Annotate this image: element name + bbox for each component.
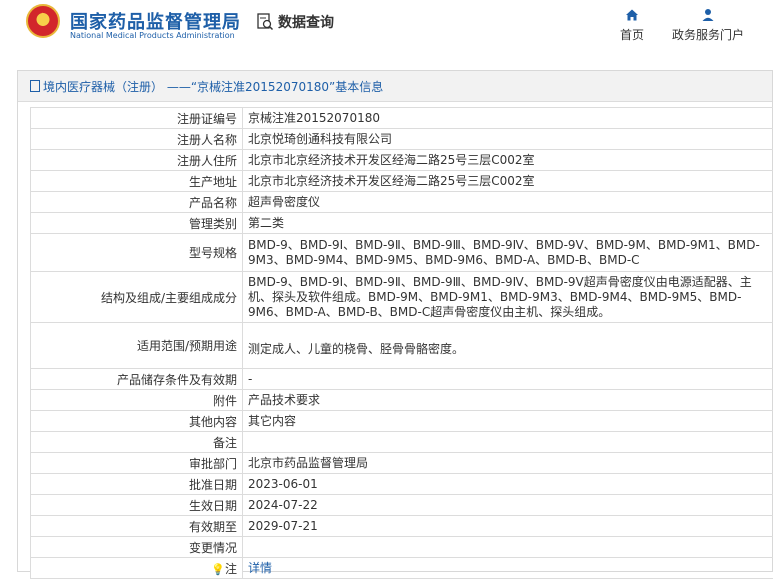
site-header: ★ 国家药品监督管理局 National Medical Products Ad…: [0, 0, 773, 64]
field-value: -: [243, 369, 773, 390]
field-value: 2023-06-01: [243, 474, 773, 495]
field-label: 审批部门: [31, 453, 243, 474]
table-row: 审批部门 北京市药品监督管理局: [31, 453, 773, 474]
table-row: 产品储存条件及有效期 -: [31, 369, 773, 390]
table-row: 型号规格 BMD-9、BMD-9Ⅰ、BMD-9Ⅱ、BMD-9Ⅲ、BMD-9Ⅳ、B…: [31, 234, 773, 272]
table-row: 结构及组成/主要组成成分 BMD-9、BMD-9Ⅰ、BMD-9Ⅱ、BMD-9Ⅲ、…: [31, 272, 773, 323]
detail-table: 注册证编号 京械注准20152070180 注册人名称 北京悦琦创通科技有限公司…: [30, 107, 773, 579]
table-row: 注册人住所 北京市北京经济技术开发区经海二路25号三层C002室: [31, 150, 773, 171]
field-label: 型号规格: [31, 234, 243, 272]
lightbulb-icon: 💡: [211, 563, 225, 576]
field-value: 北京悦琦创通科技有限公司: [243, 129, 773, 150]
field-value: [243, 432, 773, 453]
nav-home-label: 首页: [620, 26, 644, 43]
note-label-cell: 💡注: [31, 558, 243, 579]
field-value: BMD-9、BMD-9Ⅰ、BMD-9Ⅱ、BMD-9Ⅲ、BMD-9Ⅳ、BMD-9Ⅴ…: [243, 234, 773, 272]
note-value-cell: 详情: [243, 558, 773, 579]
data-query-label: 数据查询: [278, 12, 334, 32]
details-link[interactable]: 详情: [248, 561, 272, 575]
field-label: 管理类别: [31, 213, 243, 234]
field-label: 批准日期: [31, 474, 243, 495]
table-row: 附件 产品技术要求: [31, 390, 773, 411]
field-value: 北京市北京经济技术开发区经海二路25号三层C002室: [243, 150, 773, 171]
table-row: 批准日期 2023-06-01: [31, 474, 773, 495]
field-label: 产品储存条件及有效期: [31, 369, 243, 390]
user-icon: [701, 8, 715, 22]
field-label: 生效日期: [31, 495, 243, 516]
field-value: 其它内容: [243, 411, 773, 432]
table-row: 注册人名称 北京悦琦创通科技有限公司: [31, 129, 773, 150]
detail-panel: 境内医疗器械（注册） ——“京械注准20152070180”基本信息 注册证编号…: [17, 70, 773, 572]
field-value: 第二类: [243, 213, 773, 234]
field-label: 备注: [31, 432, 243, 453]
table-row: 其他内容 其它内容: [31, 411, 773, 432]
table-row: 产品名称 超声骨密度仪: [31, 192, 773, 213]
field-label: 附件: [31, 390, 243, 411]
breadcrumb: 境内医疗器械（注册） ——“京械注准20152070180”基本信息: [18, 71, 772, 102]
field-value: 2024-07-22: [243, 495, 773, 516]
field-label: 有效期至: [31, 516, 243, 537]
field-value: [243, 537, 773, 558]
site-subtitle: National Medical Products Administration: [70, 31, 235, 40]
field-value: 京械注准20152070180: [243, 108, 773, 129]
field-label: 其他内容: [31, 411, 243, 432]
field-label: 适用范围/预期用途: [31, 323, 243, 369]
note-label: 注: [225, 562, 237, 576]
breadcrumb-text: 境内医疗器械（注册） ——“京械注准20152070180”基本信息: [43, 78, 383, 95]
field-label: 注册证编号: [31, 108, 243, 129]
field-label: 注册人住所: [31, 150, 243, 171]
field-label: 变更情况: [31, 537, 243, 558]
nav-service-portal-label: 政务服务门户: [672, 26, 744, 43]
field-value: 2029-07-21: [243, 516, 773, 537]
field-label: 注册人名称: [31, 129, 243, 150]
field-value: 测定成人、儿童的桡骨、胫骨骨骼密度。: [243, 323, 773, 369]
table-row: 生产地址 北京市北京经济技术开发区经海二路25号三层C002室: [31, 171, 773, 192]
table-row: 适用范围/预期用途 测定成人、儿童的桡骨、胫骨骨骼密度。: [31, 323, 773, 369]
table-row: 生效日期 2024-07-22: [31, 495, 773, 516]
field-label: 产品名称: [31, 192, 243, 213]
nav-service-portal[interactable]: 政务服务门户: [672, 8, 744, 43]
star-icon: ★: [37, 11, 48, 23]
field-label: 结构及组成/主要组成成分: [31, 272, 243, 323]
field-value: 超声骨密度仪: [243, 192, 773, 213]
field-value: 北京市北京经济技术开发区经海二路25号三层C002室: [243, 171, 773, 192]
home-icon: [625, 8, 639, 22]
field-value: 产品技术要求: [243, 390, 773, 411]
field-label: 生产地址: [31, 171, 243, 192]
field-value: BMD-9、BMD-9Ⅰ、BMD-9Ⅱ、BMD-9Ⅲ、BMD-9Ⅳ、BMD-9Ⅴ…: [243, 272, 773, 323]
table-row: 变更情况: [31, 537, 773, 558]
data-query-link[interactable]: 数据查询: [256, 12, 334, 32]
table-row: 💡注 详情: [31, 558, 773, 579]
search-document-icon: [256, 13, 274, 31]
field-value: 北京市药品监督管理局: [243, 453, 773, 474]
nav-home[interactable]: 首页: [620, 8, 644, 43]
table-row: 有效期至 2029-07-21: [31, 516, 773, 537]
table-row: 备注: [31, 432, 773, 453]
table-row: 注册证编号 京械注准20152070180: [31, 108, 773, 129]
national-emblem-icon: ★: [26, 4, 60, 38]
document-icon: [30, 80, 40, 92]
table-row: 管理类别 第二类: [31, 213, 773, 234]
